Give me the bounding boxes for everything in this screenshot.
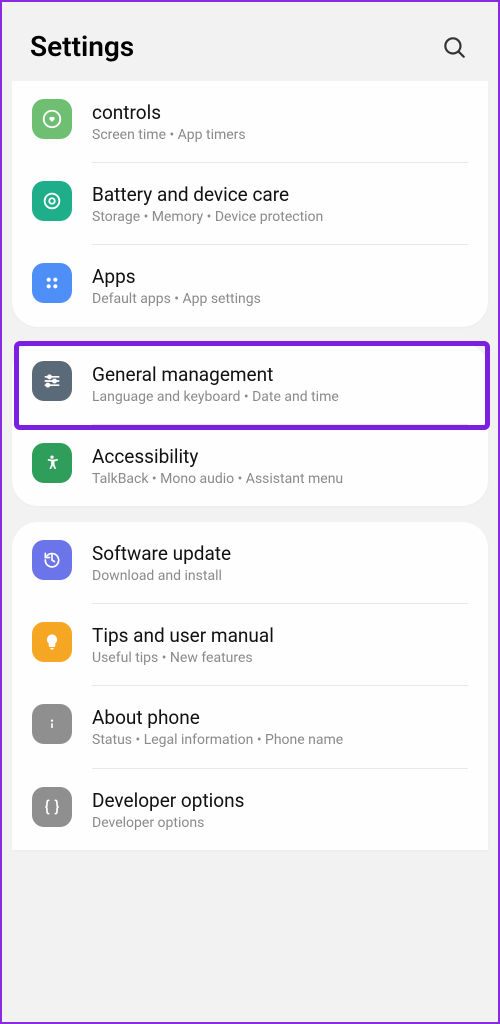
row-text: About phone Status • Legal information •… (92, 704, 468, 749)
accessibility-icon (32, 443, 72, 483)
care-icon (32, 181, 72, 221)
settings-row-battery[interactable]: Battery and device care Storage • Memory… (12, 163, 488, 244)
row-title: Battery and device care (92, 183, 468, 206)
row-subtitle: Status • Legal information • Phone name (92, 731, 468, 749)
settings-row-controls[interactable]: controls Screen time • App timers (12, 81, 488, 162)
settings-list: controls Screen time • App timers Batter… (2, 81, 498, 850)
settings-row-accessibility[interactable]: Accessibility TalkBack • Mono audio • As… (12, 425, 488, 506)
row-title: Tips and user manual (92, 624, 468, 647)
search-button[interactable] (438, 31, 470, 63)
row-title: controls (92, 101, 468, 124)
page-title: Settings (30, 30, 134, 63)
settings-group: controls Screen time • App timers Batter… (12, 81, 488, 327)
info-icon (32, 704, 72, 744)
row-text: controls Screen time • App timers (92, 99, 468, 144)
settings-row-software-update[interactable]: Software update Download and install (12, 522, 488, 603)
update-icon (32, 540, 72, 580)
settings-group: General management Language and keyboard… (12, 343, 488, 506)
row-subtitle: Storage • Memory • Device protection (92, 208, 468, 226)
settings-row-apps[interactable]: Apps Default apps • App settings (12, 245, 488, 326)
settings-group: Software update Download and install Tip… (12, 522, 488, 850)
search-icon (441, 34, 467, 60)
row-title: Accessibility (92, 445, 468, 468)
settings-row-general-management[interactable]: General management Language and keyboard… (12, 343, 488, 424)
apps-icon (32, 263, 72, 303)
settings-row-tips[interactable]: Tips and user manual Useful tips • New f… (12, 604, 488, 685)
row-text: Battery and device care Storage • Memory… (92, 181, 468, 226)
row-subtitle: Screen time • App timers (92, 126, 468, 144)
row-subtitle: Language and keyboard • Date and time (92, 388, 468, 406)
row-text: General management Language and keyboard… (92, 361, 468, 406)
row-title: About phone (92, 706, 468, 729)
settings-row-about-phone[interactable]: About phone Status • Legal information •… (12, 686, 488, 767)
row-text: Accessibility TalkBack • Mono audio • As… (92, 443, 468, 488)
row-subtitle: Download and install (92, 567, 468, 585)
row-subtitle: Useful tips • New features (92, 649, 468, 667)
row-text: Tips and user manual Useful tips • New f… (92, 622, 468, 667)
row-text: Software update Download and install (92, 540, 468, 585)
row-text: Developer options Developer options (92, 787, 468, 832)
row-title: Developer options (92, 789, 468, 812)
row-subtitle: TalkBack • Mono audio • Assistant menu (92, 470, 468, 488)
sliders-icon (32, 361, 72, 401)
heart-circle-icon (32, 99, 72, 139)
row-subtitle: Default apps • App settings (92, 290, 468, 308)
row-title: Apps (92, 265, 468, 288)
row-title: General management (92, 363, 468, 386)
header: Settings (2, 2, 498, 81)
braces-icon (32, 787, 72, 827)
settings-row-developer-options[interactable]: Developer options Developer options (12, 769, 488, 850)
row-text: Apps Default apps • App settings (92, 263, 468, 308)
bulb-icon (32, 622, 72, 662)
row-title: Software update (92, 542, 468, 565)
row-subtitle: Developer options (92, 814, 468, 832)
